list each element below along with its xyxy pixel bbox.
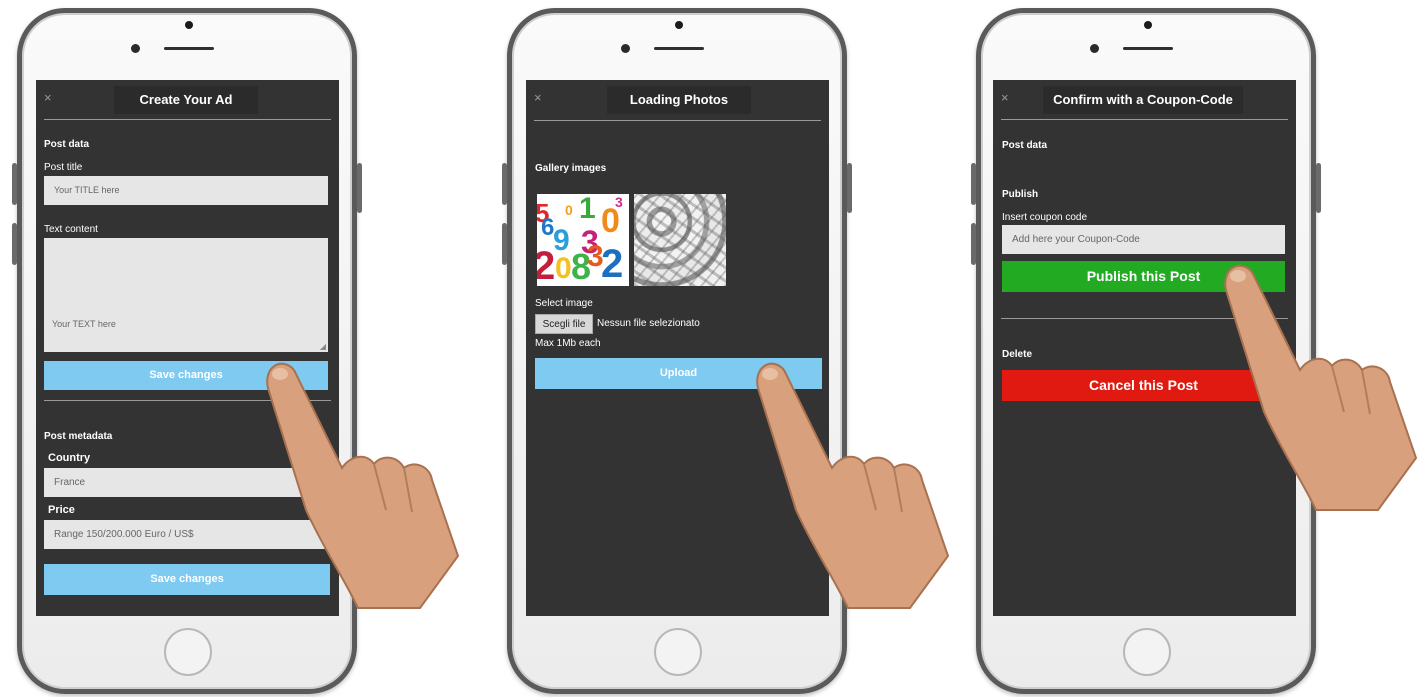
pointing-hand-icon [266, 362, 460, 609]
gallery-label: Gallery images [535, 163, 607, 174]
earpiece-speaker [164, 47, 214, 50]
section-publish: Publish [1002, 189, 1039, 200]
country-label: Country [48, 452, 91, 464]
earpiece-speaker [1123, 47, 1173, 50]
post-title-label: Post title [44, 162, 83, 173]
page-title: Confirm with a Coupon-Code [1043, 86, 1243, 114]
volume-button [502, 223, 507, 265]
coupon-label: Insert coupon code [1002, 212, 1088, 223]
text-content-placeholder: Your TEXT here [52, 319, 116, 329]
select-image-label: Select image [535, 298, 593, 309]
gallery-image-gray-numbers[interactable] [634, 194, 726, 286]
pointing-hand-icon [1224, 264, 1418, 511]
proximity-sensor [675, 21, 683, 29]
proximity-sensor [185, 21, 193, 29]
choose-file-button[interactable]: Scegli file [535, 314, 593, 334]
close-icon[interactable]: × [1001, 90, 1009, 105]
no-file-selected-text: Nessun file selezionato [597, 318, 700, 329]
close-icon[interactable]: × [44, 90, 52, 105]
text-content-label: Text content [44, 224, 98, 235]
home-button[interactable] [654, 628, 702, 676]
front-camera-icon [621, 44, 630, 53]
pointing-hand-icon [756, 362, 950, 609]
gray-digit-pattern [634, 194, 726, 286]
close-icon[interactable]: × [534, 90, 542, 105]
divider [44, 119, 331, 120]
volume-button [12, 163, 17, 205]
front-camera-icon [131, 44, 140, 53]
price-value: Range 150/200.000 Euro / US$ [54, 529, 194, 540]
front-camera-icon [1090, 44, 1099, 53]
section-post-data: Post data [1002, 140, 1048, 151]
section-delete: Delete [1002, 349, 1033, 360]
gallery-image-colorful-numbers[interactable]: 5 6 0 1 0 3 9 3 2 0 8 3 2 [537, 194, 629, 286]
coupon-placeholder: Add here your Coupon-Code [1012, 234, 1140, 245]
divider [1001, 119, 1288, 120]
volume-button [12, 223, 17, 265]
section-post-metadata: Post metadata [44, 431, 113, 442]
home-button[interactable] [1123, 628, 1171, 676]
coupon-code-input[interactable]: Add here your Coupon-Code [1002, 225, 1285, 254]
power-button [1316, 163, 1321, 213]
page-title: Create Your Ad [114, 86, 258, 114]
price-label: Price [48, 504, 75, 516]
power-button [357, 163, 362, 213]
post-title-input[interactable]: Your TITLE here [44, 176, 328, 205]
section-post-data: Post data [44, 139, 90, 150]
volume-button [971, 163, 976, 205]
earpiece-speaker [654, 47, 704, 50]
power-button [847, 163, 852, 213]
post-title-placeholder: Your TITLE here [54, 185, 120, 195]
proximity-sensor [1144, 21, 1152, 29]
max-size-note: Max 1Mb each [535, 338, 601, 349]
home-button[interactable] [164, 628, 212, 676]
resize-handle-icon[interactable]: ◢ [320, 342, 326, 351]
divider [534, 120, 821, 121]
volume-button [971, 223, 976, 265]
volume-button [502, 163, 507, 205]
country-value: France [54, 477, 86, 488]
page-title: Loading Photos [607, 86, 751, 114]
text-content-textarea[interactable]: Your TEXT here ◢ [44, 238, 328, 352]
